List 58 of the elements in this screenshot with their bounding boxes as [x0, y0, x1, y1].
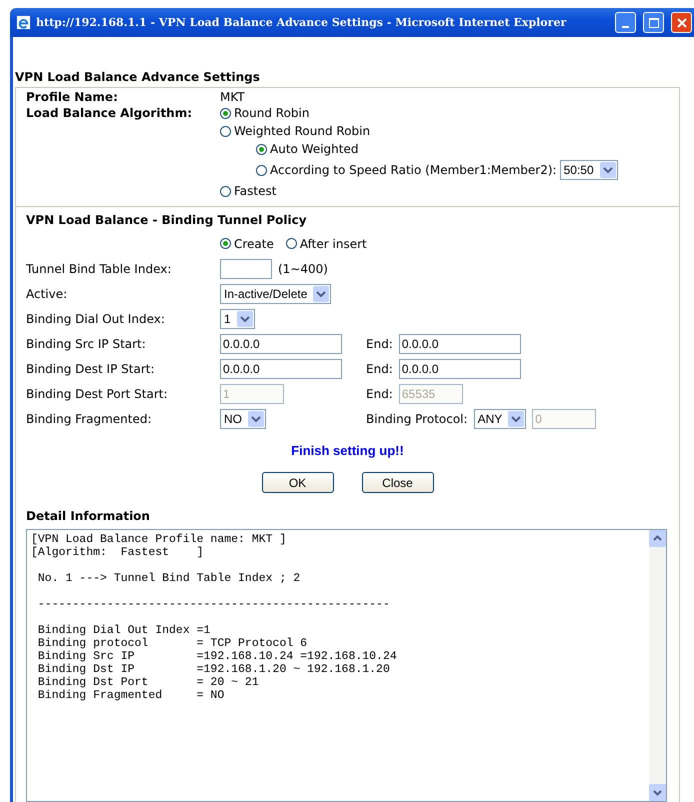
radio-label: Auto Weighted	[270, 142, 358, 156]
maximize-button[interactable]	[643, 12, 664, 33]
input-field[interactable]: 0.0.0.0	[220, 334, 342, 354]
input-field[interactable]	[220, 258, 272, 278]
detail-text-area[interactable]	[26, 529, 667, 802]
scrollbar[interactable]	[649, 530, 666, 801]
window-title: http://192.168.1.1 - VPN Load Balance Advance Settings - Microsoft Internet Explorer	[36, 16, 568, 29]
range-hint: (1~400)	[278, 262, 328, 276]
radio-button[interactable]	[220, 108, 231, 118]
page-heading: VPN Load Balance Advance Settings	[15, 70, 261, 84]
radio-button[interactable]	[220, 186, 231, 196]
radio-label: Weighted Round Robin	[234, 124, 370, 138]
field-label: End:	[366, 386, 393, 400]
dialog-button[interactable]: Close	[362, 472, 434, 493]
field-label: Binding Dial Out Index:	[26, 312, 166, 326]
detail-text: [VPN Load Balance Profile name: MKT ] [Algorithm: Fastest ] No. 1 ---> Tunnel Bind Table Index ; 2 --------------------------------------------------- Binding Dial Out Index =1 Binding protocol = TCP Protocol 6 Binding Src IP =192.168.10.24 =192.168.10.24 Binding Dst IP =192.168.1.20 ~ 192.168.1.20 Binding Dst Port = 20 ~ 21 Binding Fragmented = NO	[30, 532, 398, 704]
radio-label: According to Speed Ratio (Member1:Member2):	[270, 163, 557, 177]
radio-label: Round Robin	[234, 106, 310, 120]
radio-label: After insert	[300, 236, 367, 250]
maximize-icon	[648, 18, 658, 28]
radio-button[interactable]	[256, 144, 267, 154]
radio-label: Create	[234, 236, 274, 250]
dialog-button[interactable]: OK	[262, 472, 334, 493]
close-icon	[676, 18, 686, 28]
field-label: Binding Dest Port Start:	[26, 386, 169, 400]
field-label: End:	[366, 362, 393, 376]
radio-button[interactable]	[220, 238, 231, 249]
field-label: Profile Name:	[26, 90, 119, 104]
radio-button[interactable]	[286, 238, 297, 249]
field-label: Load Balance Algorithm:	[26, 106, 194, 122]
scroll-down-icon[interactable]	[649, 784, 666, 801]
scroll-up-icon[interactable]	[649, 530, 666, 547]
dropdown[interactable]: 50:50	[560, 160, 618, 180]
section-title: Detail Information	[26, 509, 151, 523]
profile-name: MKT	[220, 90, 246, 104]
input-field[interactable]: 0.0.0.0	[398, 358, 521, 378]
input-field[interactable]: 0.0.0.0	[398, 334, 521, 354]
field-label: Binding Dest IP Start:	[26, 362, 156, 376]
status-message: Finish setting up!!	[290, 443, 405, 458]
field-label: Active:	[26, 286, 68, 300]
field-label: Binding Protocol:	[366, 412, 468, 426]
radio-button[interactable]	[256, 164, 267, 176]
field-label: End:	[366, 336, 393, 350]
field-label: Binding Src IP Start:	[26, 336, 147, 350]
section-title: VPN Load Balance - Binding Tunnel Policy	[26, 213, 308, 227]
field-label: Tunnel Bind Table Index:	[26, 262, 172, 276]
dropdown[interactable]: ANY	[474, 408, 526, 428]
close-button[interactable]	[671, 12, 692, 33]
radio-button[interactable]	[220, 126, 231, 136]
dropdown[interactable]: In-active/Delete	[220, 284, 332, 304]
field-label: Binding Fragmented:	[26, 412, 153, 426]
dropdown[interactable]: NO	[220, 408, 266, 428]
minimize-button[interactable]	[615, 12, 636, 33]
radio-label: Fastest	[234, 184, 276, 198]
minimize-icon	[622, 26, 629, 28]
browser-icon	[16, 15, 31, 30]
dropdown[interactable]: 1	[220, 308, 255, 328]
input-field[interactable]: 0.0.0.0	[220, 358, 342, 378]
